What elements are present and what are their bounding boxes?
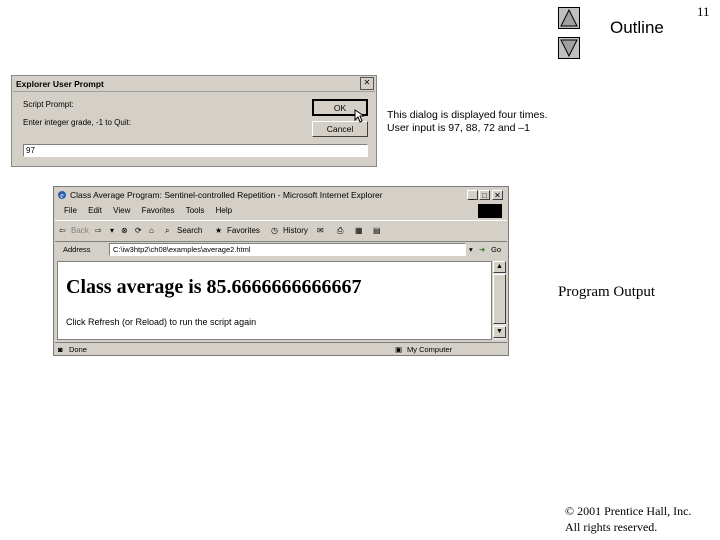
dialog-title: Explorer User Prompt bbox=[13, 77, 375, 92]
caption-line-1: This dialog is displayed four times. bbox=[387, 109, 548, 121]
print-icon[interactable]: ⎙ bbox=[337, 221, 343, 241]
go-button[interactable]: Go bbox=[491, 242, 501, 258]
scroll-down-icon[interactable]: ▼ bbox=[493, 326, 506, 338]
address-label: Address bbox=[63, 245, 91, 254]
script-prompt-label: Script Prompt: bbox=[23, 100, 74, 109]
page-number: 11 bbox=[697, 4, 710, 19]
menu-tools[interactable]: Tools bbox=[186, 204, 205, 218]
go-arrow-icon[interactable]: ➜ bbox=[479, 242, 485, 258]
address-input[interactable]: C:\iw3htp2\ch08\examples\average2.html bbox=[109, 243, 466, 256]
minimize-button[interactable]: _ bbox=[467, 190, 478, 200]
toolbar: ⇦ Back ⇨ ▾ ⊗ ⟳ ⌂ ⌕ Search ★ Favorites ◷ … bbox=[55, 220, 507, 242]
ie-logo-icon: e bbox=[58, 191, 66, 200]
program-output-label: Program Output bbox=[558, 284, 656, 300]
address-bar: Address C:\iw3htp2\ch08\examples\average… bbox=[55, 242, 507, 258]
page-content: Class average is 85.6666666666667 Click … bbox=[57, 261, 492, 340]
edit-icon[interactable]: ▦ bbox=[355, 221, 363, 241]
menu-view[interactable]: View bbox=[113, 204, 130, 218]
grade-input[interactable]: 97 bbox=[23, 144, 368, 157]
status-text: Done bbox=[69, 345, 87, 354]
discuss-icon[interactable]: ▤ bbox=[373, 221, 381, 241]
search-icon[interactable]: ⌕ bbox=[165, 221, 169, 241]
favorites-button[interactable]: Favorites bbox=[227, 221, 260, 241]
scroll-thumb[interactable] bbox=[493, 274, 506, 324]
dropdown-icon[interactable]: ▾ bbox=[110, 221, 114, 241]
mail-icon[interactable]: ✉ bbox=[317, 221, 324, 241]
page-done-icon: ◙ bbox=[58, 345, 63, 354]
nav-down-button[interactable] bbox=[558, 37, 580, 59]
maximize-button[interactable]: □ bbox=[479, 190, 490, 200]
search-button[interactable]: Search bbox=[177, 221, 202, 241]
menu-help[interactable]: Help bbox=[216, 204, 232, 218]
back-arrow-icon[interactable]: ⇦ bbox=[59, 221, 66, 241]
refresh-instructions: Click Refresh (or Reload) to run the scr… bbox=[66, 317, 257, 327]
vertical-scrollbar[interactable]: ▲ ▼ bbox=[492, 261, 506, 340]
status-zone: My Computer bbox=[407, 345, 453, 354]
triangle-down-icon bbox=[560, 39, 578, 58]
copyright-line-2: All rights reserved. bbox=[565, 520, 658, 534]
address-dropdown-icon[interactable]: ▾ bbox=[469, 242, 473, 258]
prompt-dialog: Explorer User Prompt ✕ Script Prompt: En… bbox=[11, 75, 377, 167]
menu-edit[interactable]: Edit bbox=[88, 204, 102, 218]
browser-window: e Class Average Program: Sentinel-contro… bbox=[53, 186, 509, 356]
back-button[interactable]: Back bbox=[71, 221, 89, 241]
copyright-line-1: © 2001 Prentice Hall, Inc. bbox=[565, 504, 692, 518]
caption: This dialog is displayed four times. Use… bbox=[387, 109, 548, 135]
browser-titlebar: e Class Average Program: Sentinel-contro… bbox=[55, 188, 507, 202]
history-button[interactable]: History bbox=[283, 221, 308, 241]
history-icon[interactable]: ◷ bbox=[271, 221, 278, 241]
computer-icon: ▣ bbox=[395, 345, 403, 354]
prompt-message: Enter integer grade, -1 to Quit: bbox=[23, 118, 132, 127]
svg-text:e: e bbox=[60, 191, 64, 200]
home-icon[interactable]: ⌂ bbox=[149, 221, 154, 241]
status-bar: ◙ Done ▣ My Computer bbox=[55, 342, 507, 356]
scroll-up-icon[interactable]: ▲ bbox=[493, 261, 506, 273]
outline-label: Outline bbox=[610, 18, 664, 37]
mouse-cursor-icon bbox=[354, 109, 364, 123]
windows-logo-icon bbox=[478, 204, 502, 218]
cancel-button[interactable]: Cancel bbox=[312, 121, 368, 137]
triangle-up-icon bbox=[560, 8, 578, 27]
close-button[interactable]: ✕ bbox=[492, 190, 503, 200]
class-average-heading: Class average is 85.6666666666667 bbox=[66, 276, 362, 298]
copyright: © 2001 Prentice Hall, Inc. All rights re… bbox=[565, 503, 691, 535]
favorites-icon[interactable]: ★ bbox=[215, 221, 222, 241]
forward-arrow-icon[interactable]: ⇨ bbox=[95, 221, 102, 241]
menu-favorites[interactable]: Favorites bbox=[142, 204, 175, 218]
menu-file[interactable]: File bbox=[64, 204, 77, 218]
browser-title: Class Average Program: Sentinel-controll… bbox=[70, 190, 383, 200]
close-button[interactable]: ✕ bbox=[360, 77, 374, 90]
stop-icon[interactable]: ⊗ bbox=[121, 221, 128, 241]
refresh-icon[interactable]: ⟳ bbox=[135, 221, 142, 241]
menu-bar: File Edit View Favorites Tools Help bbox=[55, 204, 503, 218]
caption-line-2: User input is 97, 88, 72 and –1 bbox=[387, 122, 531, 134]
nav-up-button[interactable] bbox=[558, 7, 580, 29]
